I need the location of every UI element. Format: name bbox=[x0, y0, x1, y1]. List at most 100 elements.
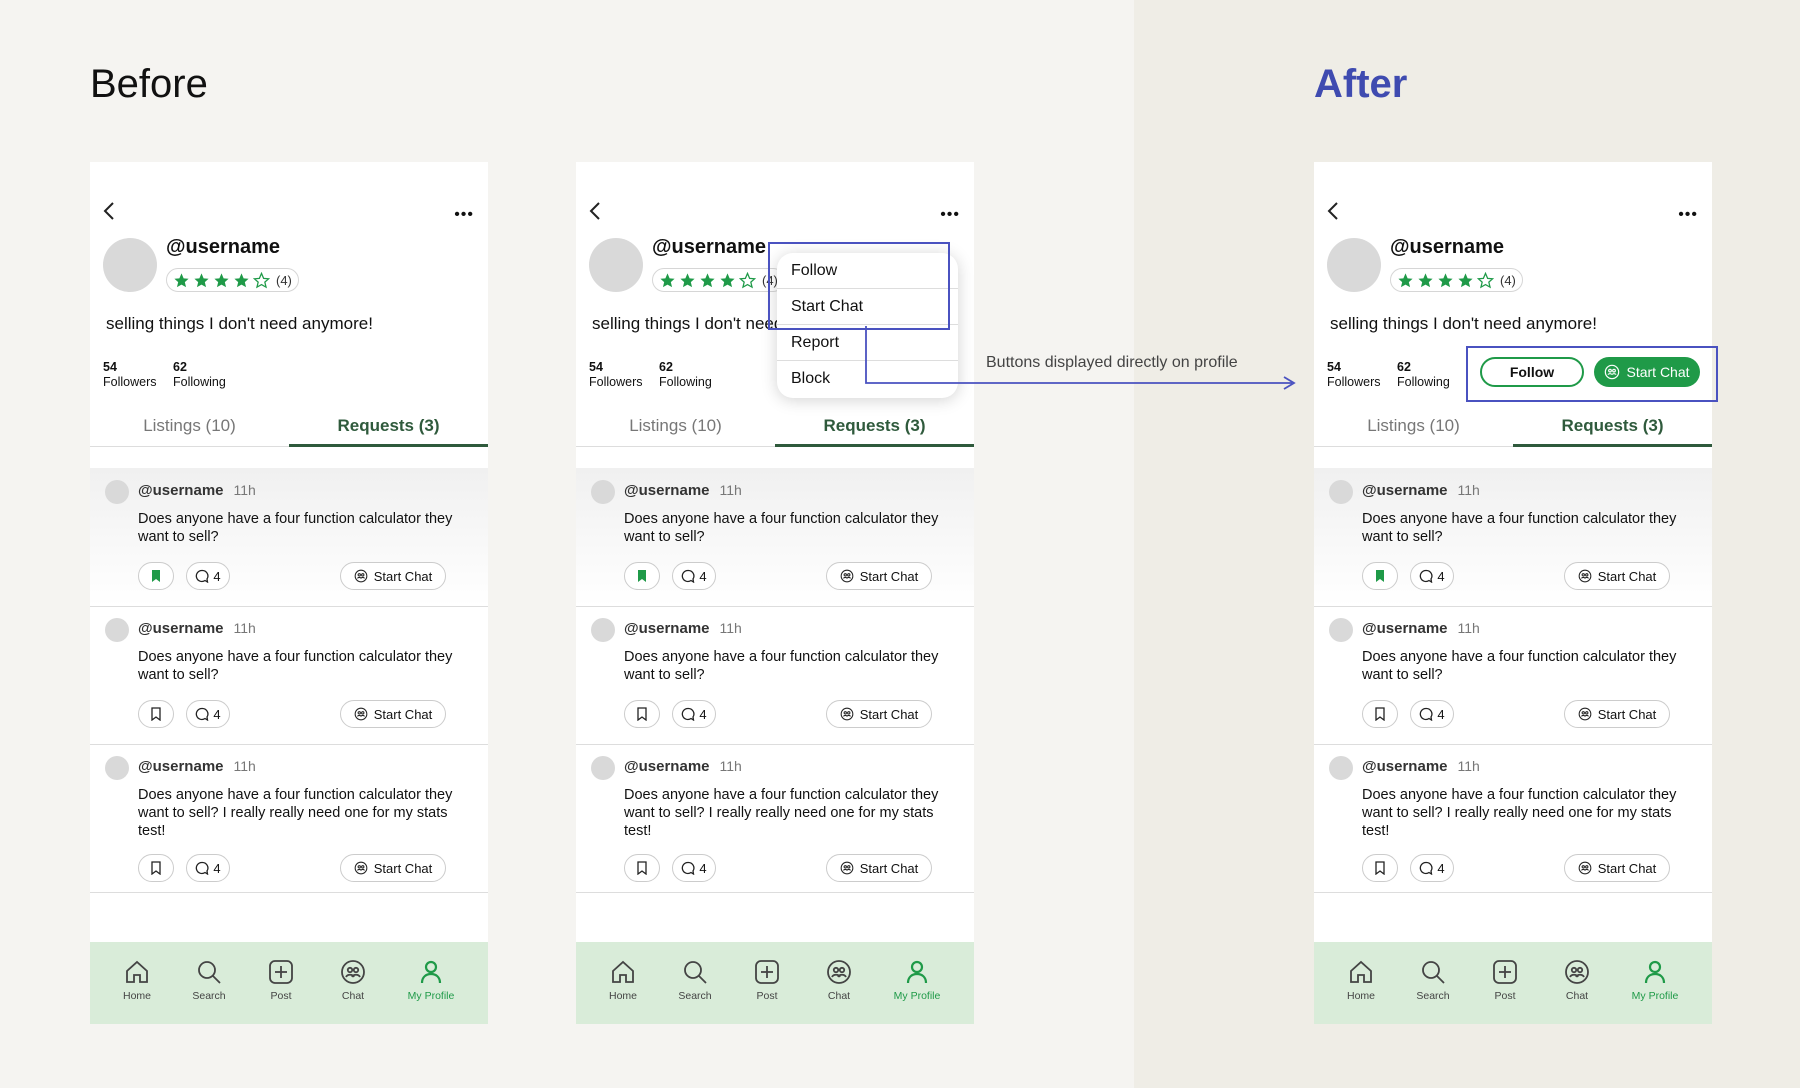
request-row[interactable]: @username 11h Does anyone have a four func… bbox=[90, 744, 488, 893]
followers-stat[interactable]: 54 Followers bbox=[1327, 360, 1381, 390]
nav-chat[interactable]: Chat bbox=[1542, 958, 1612, 1002]
star-filled-icon bbox=[174, 272, 189, 287]
nav-post[interactable]: Post bbox=[246, 958, 316, 1002]
star-filled-icon bbox=[234, 272, 249, 287]
post-username: @username 11h bbox=[624, 620, 742, 637]
request-row[interactable]: @username 11h Does anyone have a four func… bbox=[1314, 744, 1712, 893]
followers-stat[interactable]: 54 Followers bbox=[103, 360, 157, 390]
nav-search[interactable]: Search bbox=[174, 958, 244, 1002]
followers-label: Followers bbox=[589, 375, 643, 389]
star-filled-icon bbox=[660, 272, 675, 287]
more-options-icon[interactable]: ••• bbox=[1678, 207, 1698, 223]
comments-button[interactable]: 4 bbox=[672, 854, 716, 882]
following-stat[interactable]: 62 Following bbox=[659, 360, 712, 390]
post-username: @username 11h bbox=[624, 758, 742, 775]
post-text: Does anyone have a four function calcula… bbox=[1362, 511, 1677, 545]
post-start-chat-button[interactable]: Start Chat bbox=[1564, 562, 1670, 590]
save-button[interactable] bbox=[138, 562, 174, 590]
save-button[interactable] bbox=[1362, 854, 1398, 882]
comments-button[interactable]: 4 bbox=[672, 562, 716, 590]
post-start-chat-button[interactable]: Start Chat bbox=[826, 854, 932, 882]
nav-chat[interactable]: Chat bbox=[318, 958, 388, 1002]
comments-button[interactable]: 4 bbox=[1410, 562, 1454, 590]
request-row[interactable]: @username 11h Does anyone have a four func… bbox=[576, 468, 974, 607]
tab-listings[interactable]: Listings (10) bbox=[90, 416, 289, 444]
request-row[interactable]: @username 11h Does anyone have a four func… bbox=[576, 606, 974, 745]
back-arrow-icon[interactable] bbox=[586, 200, 604, 222]
following-stat[interactable]: 62 Following bbox=[1397, 360, 1450, 390]
nav-search[interactable]: Search bbox=[1398, 958, 1468, 1002]
nav-my-profile[interactable]: My Profile bbox=[396, 958, 466, 1002]
nav-my-profile[interactable]: My Profile bbox=[1620, 958, 1690, 1002]
nav-home[interactable]: Home bbox=[102, 958, 172, 1002]
nav-post[interactable]: Post bbox=[732, 958, 802, 1002]
post-start-chat-button[interactable]: Start Chat bbox=[340, 700, 446, 728]
post-avatar bbox=[1329, 480, 1353, 504]
post-start-chat-button[interactable]: Start Chat bbox=[340, 854, 446, 882]
nav-post-label: Post bbox=[270, 990, 292, 1002]
request-row[interactable]: @username 11h Does anyone have a four func… bbox=[1314, 468, 1712, 607]
more-options-icon[interactable]: ••• bbox=[940, 207, 960, 223]
profile-username: @username bbox=[1390, 236, 1504, 258]
save-button[interactable] bbox=[624, 854, 660, 882]
back-arrow-icon[interactable] bbox=[100, 200, 118, 222]
comments-button[interactable]: 4 bbox=[672, 700, 716, 728]
follow-button[interactable]: Follow bbox=[1480, 357, 1584, 387]
nav-search[interactable]: Search bbox=[660, 958, 730, 1002]
tab-listings[interactable]: Listings (10) bbox=[576, 416, 775, 444]
save-button[interactable] bbox=[138, 700, 174, 728]
following-stat[interactable]: 62 Following bbox=[173, 360, 226, 390]
start-chat-button[interactable]: Start Chat bbox=[1594, 357, 1700, 387]
post-start-chat-button[interactable]: Start Chat bbox=[826, 562, 932, 590]
post-start-chat-label: Start Chat bbox=[859, 568, 919, 584]
star-filled-icon bbox=[700, 272, 715, 287]
nav-home[interactable]: Home bbox=[588, 958, 658, 1002]
comments-count: 4 bbox=[213, 706, 221, 722]
profile-avatar bbox=[103, 238, 157, 292]
save-button[interactable] bbox=[138, 854, 174, 882]
back-arrow-icon[interactable] bbox=[1324, 200, 1342, 222]
post-text: Does anyone have a four function calcula… bbox=[624, 649, 939, 683]
bookmark-outline-icon bbox=[637, 707, 647, 721]
save-button[interactable] bbox=[624, 562, 660, 590]
nav-my-profile-label: My Profile bbox=[893, 990, 941, 1002]
post-start-chat-button[interactable]: Start Chat bbox=[340, 562, 446, 590]
request-row[interactable]: @username 11h Does anyone have a four func… bbox=[576, 744, 974, 893]
nav-home[interactable]: Home bbox=[1326, 958, 1396, 1002]
phone-after: ••• @username (4) selling things I don't… bbox=[1314, 162, 1712, 1024]
post-start-chat-label: Start Chat bbox=[859, 706, 919, 722]
post-avatar bbox=[105, 756, 129, 780]
nav-chat[interactable]: Chat bbox=[804, 958, 874, 1002]
request-row[interactable]: @username 11h Does anyone have a four func… bbox=[90, 606, 488, 745]
post-start-chat-button[interactable]: Start Chat bbox=[1564, 700, 1670, 728]
followers-label: Followers bbox=[103, 375, 157, 389]
post-start-chat-button[interactable]: Start Chat bbox=[1564, 854, 1670, 882]
person-icon bbox=[1644, 960, 1666, 984]
request-row[interactable]: @username 11h Does anyone have a four func… bbox=[90, 468, 488, 607]
comments-button[interactable]: 4 bbox=[186, 562, 230, 590]
followers-stat[interactable]: 54 Followers bbox=[589, 360, 643, 390]
more-options-icon[interactable]: ••• bbox=[454, 207, 474, 223]
tab-listings[interactable]: Listings (10) bbox=[1314, 416, 1513, 444]
comments-button[interactable]: 4 bbox=[1410, 700, 1454, 728]
save-button[interactable] bbox=[624, 700, 660, 728]
profile-avatar bbox=[1327, 238, 1381, 292]
post-username-text: @username bbox=[1362, 620, 1448, 637]
nav-post[interactable]: Post bbox=[1470, 958, 1540, 1002]
tab-requests[interactable]: Requests (3) bbox=[289, 416, 488, 447]
tab-requests[interactable]: Requests (3) bbox=[1513, 416, 1712, 447]
save-button[interactable] bbox=[1362, 562, 1398, 590]
profile-tabs: Listings (10) Requests (3) bbox=[90, 416, 488, 447]
post-start-chat-button[interactable]: Start Chat bbox=[826, 700, 932, 728]
comments-button[interactable]: 4 bbox=[1410, 854, 1454, 882]
comments-button[interactable]: 4 bbox=[186, 854, 230, 882]
comments-button[interactable]: 4 bbox=[186, 700, 230, 728]
post-time: 11h bbox=[1457, 620, 1480, 636]
request-row[interactable]: @username 11h Does anyone have a four func… bbox=[1314, 606, 1712, 745]
nav-chat-label: Chat bbox=[827, 990, 851, 1002]
save-button[interactable] bbox=[1362, 700, 1398, 728]
tab-requests[interactable]: Requests (3) bbox=[775, 416, 974, 447]
post-avatar bbox=[105, 480, 129, 504]
nav-my-profile[interactable]: My Profile bbox=[882, 958, 952, 1002]
comment-icon bbox=[1420, 861, 1433, 875]
